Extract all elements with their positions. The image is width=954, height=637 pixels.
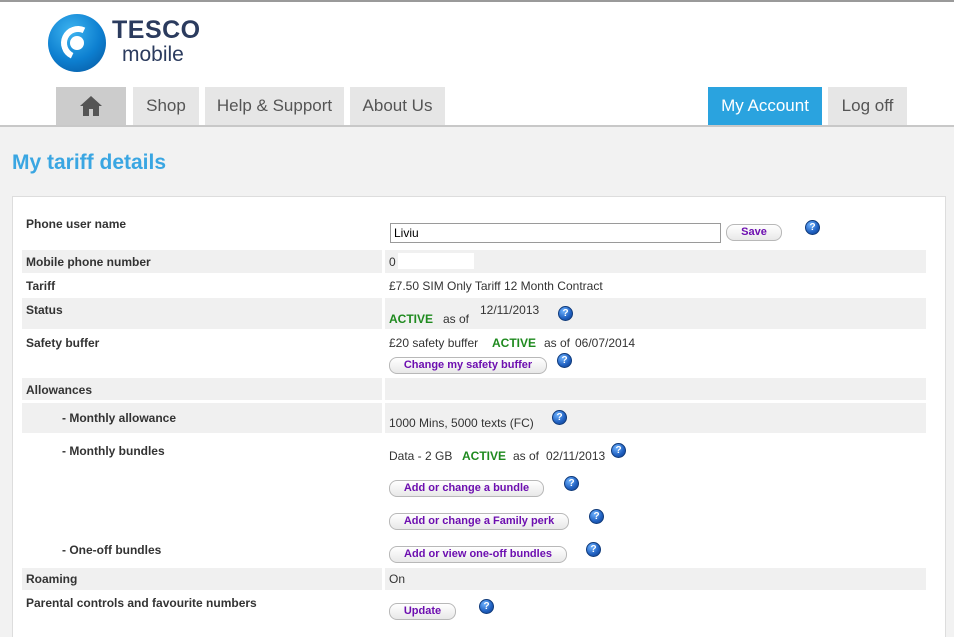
- row-bg-allowances: [22, 378, 926, 400]
- monthly-bundles-date: 02/11/2013: [546, 449, 606, 463]
- phone-user-name-label: Phone user name: [26, 217, 127, 231]
- phone-user-name-input[interactable]: [390, 223, 721, 243]
- nav-my-account[interactable]: My Account: [708, 87, 822, 125]
- monthly-allowance-label: - Monthly allowance: [62, 411, 177, 425]
- row-bg-status: [22, 298, 926, 329]
- help-icon[interactable]: ?: [805, 220, 820, 235]
- allowances-label: Allowances: [26, 383, 93, 397]
- home-icon: [80, 96, 102, 116]
- row-bg-roaming: [22, 568, 926, 590]
- add-change-bundle-button[interactable]: Add or change a bundle: [389, 480, 544, 497]
- tariff-value: £7.50 SIM Only Tariff 12 Month Contract: [389, 279, 603, 293]
- help-icon[interactable]: ?: [479, 599, 494, 614]
- nav-home[interactable]: [56, 87, 126, 125]
- mobile-number-label: Mobile phone number: [26, 255, 151, 269]
- add-view-one-off-bundles-button[interactable]: Add or view one-off bundles: [389, 546, 567, 563]
- nav-shop[interactable]: Shop: [133, 87, 199, 125]
- status-as-of: as of: [443, 312, 470, 326]
- safety-buffer-label: Safety buffer: [26, 336, 100, 350]
- top-border: [0, 0, 954, 2]
- safety-buffer-date: 06/07/2014: [575, 336, 636, 350]
- save-button[interactable]: Save: [726, 224, 782, 241]
- change-safety-buffer-button[interactable]: Change my safety buffer: [389, 357, 547, 374]
- help-icon[interactable]: ?: [558, 306, 573, 321]
- help-icon[interactable]: ?: [552, 410, 567, 425]
- help-icon[interactable]: ?: [557, 353, 572, 368]
- monthly-bundles-as-of: as of: [513, 449, 540, 463]
- update-button[interactable]: Update: [389, 603, 456, 620]
- status-active-badge: ACTIVE: [389, 312, 434, 326]
- nav-help-support[interactable]: Help & Support: [205, 87, 344, 125]
- help-icon[interactable]: ?: [586, 542, 601, 557]
- safety-buffer-as-of: as of: [544, 336, 571, 350]
- one-off-bundles-label: - One-off bundles: [62, 543, 162, 557]
- monthly-bundles-active-badge: ACTIVE: [462, 449, 507, 463]
- safety-buffer-active-badge: ACTIVE: [492, 336, 537, 350]
- parental-controls-label: Parental controls and favourite numbers: [26, 596, 257, 610]
- help-icon[interactable]: ?: [611, 443, 626, 458]
- help-icon[interactable]: ?: [589, 509, 604, 524]
- redacted-number: [398, 253, 474, 269]
- row-bg-mobile-number: [22, 250, 926, 273]
- tesco-mobile-logo[interactable]: TESCO mobile: [48, 14, 201, 74]
- nav-about-us[interactable]: About Us: [350, 87, 445, 125]
- nav-log-off[interactable]: Log off: [828, 87, 907, 125]
- logo-brand: TESCO: [112, 16, 201, 44]
- monthly-bundles-value: Data - 2 GB: [389, 449, 453, 463]
- safety-buffer-value: £20 safety buffer: [389, 336, 479, 350]
- mobile-number-value: 0: [389, 255, 396, 269]
- help-icon[interactable]: ?: [564, 476, 579, 491]
- roaming-label: Roaming: [26, 572, 78, 586]
- logo-sub: mobile: [122, 43, 184, 66]
- roaming-value: On: [389, 572, 406, 586]
- tariff-label: Tariff: [26, 279, 56, 293]
- monthly-allowance-value: 1000 Mins, 5000 texts (FC): [389, 416, 534, 430]
- status-date: 12/11/2013: [480, 303, 540, 317]
- monthly-bundles-label: - Monthly bundles: [62, 444, 165, 458]
- logo-globe-icon: [48, 14, 106, 72]
- add-change-family-perk-button[interactable]: Add or change a Family perk: [389, 513, 569, 530]
- page-title: My tariff details: [12, 151, 167, 174]
- status-label: Status: [26, 303, 63, 317]
